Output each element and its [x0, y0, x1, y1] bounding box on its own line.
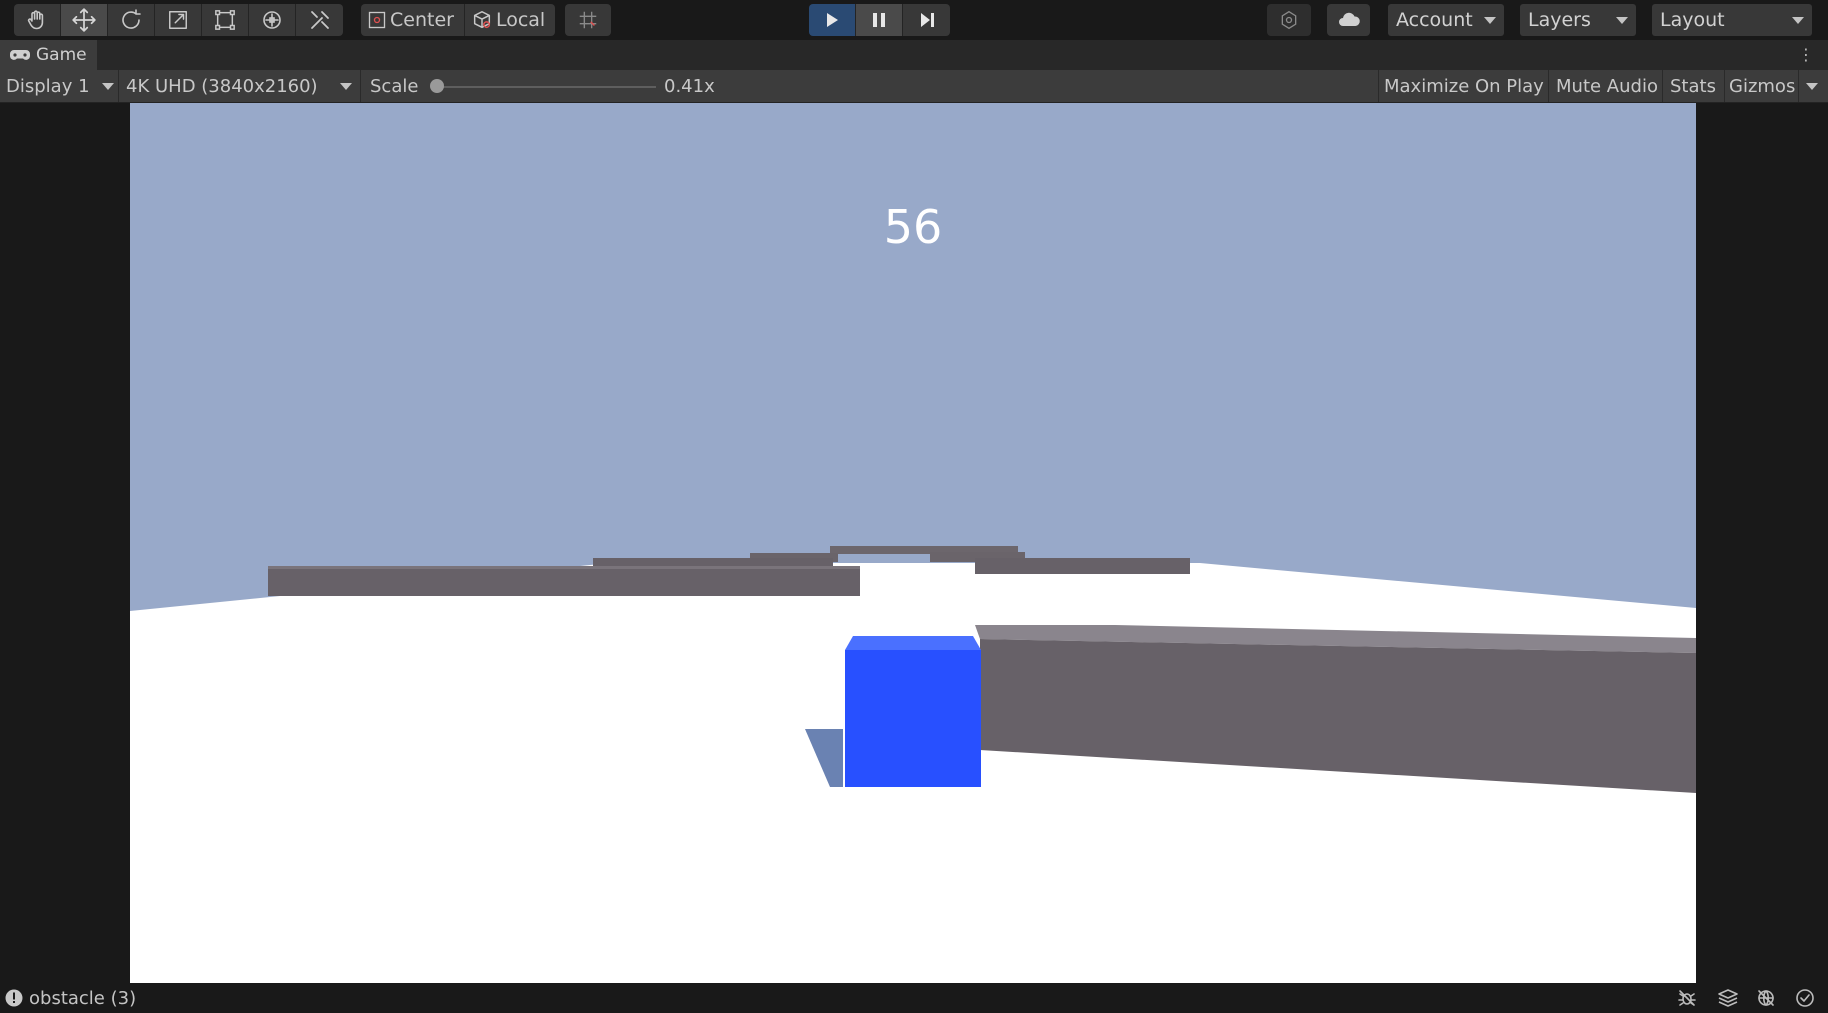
- chevron-down-icon: [340, 83, 352, 90]
- cloud-icon: [1338, 12, 1360, 26]
- score-counter: 56: [883, 200, 943, 254]
- cloud-button[interactable]: [1327, 4, 1370, 36]
- obstacle-left-top: [268, 566, 860, 569]
- layers-stack-icon[interactable]: [1717, 988, 1739, 1013]
- pause-button[interactable]: [856, 4, 903, 36]
- rect-tool-button[interactable]: [202, 4, 249, 36]
- transform-tool-button[interactable]: [249, 4, 296, 36]
- status-bar: obstacle (3): [0, 983, 1828, 1013]
- services-icon: [1281, 10, 1297, 30]
- resolution-dropdown[interactable]: 4K UHD (3840x2160): [126, 70, 354, 102]
- chevron-down-icon: [102, 83, 114, 90]
- divider: [1548, 70, 1549, 102]
- transform-tools: [14, 4, 343, 36]
- scale-tool-icon: [169, 11, 187, 29]
- account-dropdown[interactable]: Account: [1388, 4, 1504, 36]
- pivot-rotation-label: Local: [495, 9, 546, 31]
- network-off-icon[interactable]: [1756, 988, 1776, 1013]
- debug-off-icon[interactable]: [1677, 988, 1697, 1013]
- game-view-controls: Display 1 4K UHD (3840x2160) Scale 0.41x…: [0, 70, 1828, 103]
- scale-slider-track[interactable]: [438, 86, 656, 88]
- scale-value: 0.41x: [664, 75, 715, 97]
- layout-label: Layout: [1660, 9, 1725, 31]
- obstacle-left: [268, 566, 860, 596]
- pivot-toggles: Center Local: [361, 4, 556, 36]
- collab-group: [1267, 4, 1311, 36]
- rect-tool-icon: [215, 10, 235, 30]
- obstacle-far: [975, 558, 1190, 574]
- grid-snap-icon: [579, 11, 597, 29]
- pivot-rotation-button[interactable]: Local: [464, 4, 556, 36]
- layout-dropdown[interactable]: Layout: [1652, 4, 1812, 36]
- info-icon: [5, 989, 23, 1012]
- chevron-down-icon: [1792, 16, 1804, 24]
- layers-dropdown[interactable]: Layers: [1520, 4, 1636, 36]
- play-controls: [809, 4, 950, 36]
- hand-tool-icon: [27, 10, 44, 30]
- status-message[interactable]: obstacle (3): [29, 988, 136, 1009]
- custom-tool-button[interactable]: [296, 4, 343, 36]
- display-label: Display 1: [6, 75, 90, 97]
- pause-icon: [873, 13, 885, 27]
- pivot-mode-button[interactable]: Center: [361, 4, 465, 36]
- play-icon: [827, 13, 838, 27]
- rotate-tool-button[interactable]: [108, 4, 155, 36]
- divider: [360, 70, 361, 102]
- grid-snap-group: [565, 4, 611, 36]
- custom-tool-icon: [310, 11, 329, 29]
- grid-snap-button[interactable]: [565, 4, 611, 36]
- player-cube: [845, 650, 981, 787]
- player-cube-top: [845, 636, 981, 650]
- rotate-tool-icon: [122, 9, 141, 29]
- scale-slider-thumb[interactable]: [430, 79, 444, 93]
- divider: [118, 70, 119, 102]
- display-dropdown[interactable]: Display 1: [6, 70, 116, 102]
- cloud-group: [1327, 4, 1370, 36]
- tab-game-label: Game: [36, 45, 87, 65]
- stats-toggle[interactable]: Stats: [1670, 70, 1716, 102]
- chevron-down-icon: [1616, 16, 1628, 24]
- transform-tool-icon: [263, 11, 281, 29]
- check-circle-icon[interactable]: [1795, 988, 1815, 1013]
- main-toolbar: Center Local Account Layers Layout: [0, 0, 1828, 40]
- divider: [1724, 70, 1725, 102]
- step-button[interactable]: [903, 4, 950, 36]
- services-button[interactable]: [1267, 4, 1311, 36]
- pivot-center-icon: [368, 11, 386, 29]
- tab-game[interactable]: Game: [0, 40, 97, 70]
- gizmos-dropdown-icon[interactable]: [1806, 83, 1818, 90]
- scale-label: Scale: [370, 75, 419, 97]
- game-tab-bar: Game ⋮: [0, 40, 1828, 70]
- more-options-icon[interactable]: ⋮: [1798, 47, 1814, 63]
- divider: [1378, 70, 1379, 102]
- account-label: Account: [1396, 9, 1473, 31]
- gamepad-icon: [10, 50, 30, 60]
- divider: [1798, 70, 1799, 102]
- layers-label: Layers: [1528, 9, 1591, 31]
- maximize-on-play-toggle[interactable]: Maximize On Play: [1384, 70, 1544, 102]
- move-tool-icon: [72, 8, 96, 32]
- mute-audio-toggle[interactable]: Mute Audio: [1556, 70, 1658, 102]
- chevron-down-icon: [1484, 16, 1496, 24]
- scale-tool-button[interactable]: [155, 4, 202, 36]
- pivot-mode-label: Center: [390, 9, 454, 31]
- hand-tool-button[interactable]: [14, 4, 61, 36]
- play-button[interactable]: [809, 4, 856, 36]
- divider: [1662, 70, 1663, 102]
- local-cube-icon: [473, 11, 491, 29]
- step-icon: [920, 13, 934, 27]
- gizmos-toggle[interactable]: Gizmos: [1729, 70, 1795, 102]
- move-tool-button[interactable]: [61, 4, 108, 36]
- game-viewport[interactable]: 56: [130, 103, 1696, 983]
- resolution-label: 4K UHD (3840x2160): [126, 75, 318, 97]
